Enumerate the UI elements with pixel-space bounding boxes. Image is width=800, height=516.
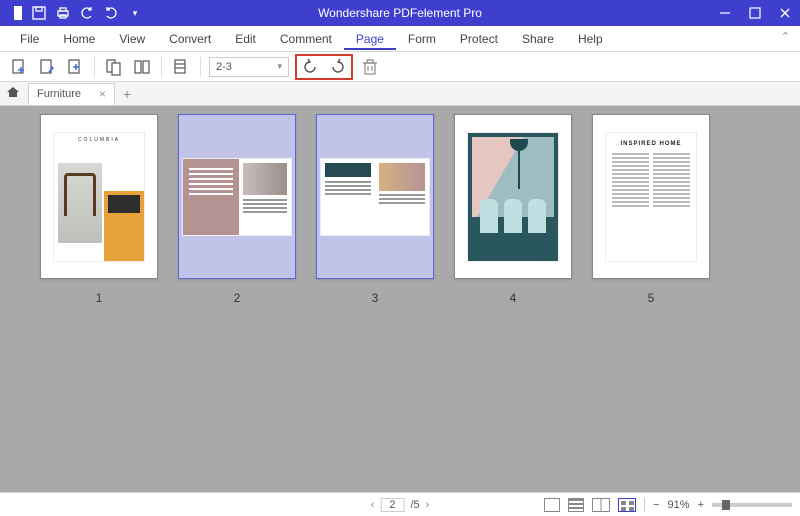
page-number-label: 3: [372, 291, 379, 305]
view-thumbnails-icon[interactable]: [618, 498, 636, 512]
page-thumbnail[interactable]: 4: [454, 114, 572, 305]
separator: [161, 57, 162, 77]
menu-help[interactable]: Help: [566, 28, 615, 50]
menu-convert[interactable]: Convert: [157, 28, 223, 50]
page-thumbnail[interactable]: 2: [178, 114, 296, 305]
zoom-out-icon[interactable]: −: [653, 499, 659, 511]
rotate-group-highlight: [295, 54, 353, 80]
view-two-page-icon[interactable]: [592, 498, 610, 512]
extract-page-icon[interactable]: [103, 56, 125, 78]
redo-icon[interactable]: [100, 2, 122, 24]
maximize-button[interactable]: [740, 0, 770, 26]
page-number-label: 4: [510, 291, 517, 305]
chevron-down-icon: ▾: [277, 61, 282, 72]
page-navigator: ‹ 2 /5 ›: [371, 498, 430, 512]
next-page-icon[interactable]: ›: [426, 499, 430, 511]
zoom-value: 91%: [668, 499, 690, 511]
page1-heading: COLUMBIA: [54, 133, 144, 147]
page-thumbnail-grid: COLUMBIA 1 2 3 4: [0, 106, 800, 492]
page-number-label: 5: [648, 291, 655, 305]
menu-view[interactable]: View: [107, 28, 157, 50]
separator: [200, 57, 201, 77]
document-tab-label: Furniture: [37, 88, 81, 100]
page-boxes-icon[interactable]: [170, 56, 192, 78]
status-bar: ‹ 2 /5 › − 91% +: [0, 492, 800, 516]
menu-protect[interactable]: Protect: [448, 28, 510, 50]
home-tab-icon[interactable]: [6, 85, 20, 102]
title-bar: ▾ Wondershare PDFelement Pro: [0, 0, 800, 26]
page5-heading: INSPIRED HOME: [606, 133, 696, 151]
page-total: /5: [410, 499, 419, 511]
page-number-label: 2: [234, 291, 241, 305]
delete-page-icon[interactable]: [359, 56, 381, 78]
page-thumbnail[interactable]: COLUMBIA 1: [40, 114, 158, 305]
qat-customize-icon[interactable]: ▾: [124, 2, 146, 24]
document-tabstrip: Furniture × +: [0, 82, 800, 106]
new-tab-icon[interactable]: +: [123, 86, 131, 102]
prev-page-icon[interactable]: ‹: [371, 499, 375, 511]
menu-bar: File Home View Convert Edit Comment Page…: [0, 26, 800, 52]
collapse-ribbon-icon[interactable]: ⌃: [781, 30, 790, 43]
quick-access-toolbar: ▾: [0, 2, 146, 24]
menu-share[interactable]: Share: [510, 28, 566, 50]
page-current[interactable]: 2: [380, 498, 404, 512]
window-controls: [710, 0, 800, 26]
page-toolbar: 2-3 ▾: [0, 52, 800, 82]
view-continuous-icon[interactable]: [568, 498, 584, 512]
page-number-label: 1: [96, 291, 103, 305]
menu-home[interactable]: Home: [51, 28, 107, 50]
menu-file[interactable]: File: [8, 28, 51, 50]
menu-form[interactable]: Form: [396, 28, 448, 50]
rotate-ccw-button[interactable]: [299, 56, 321, 78]
save-icon[interactable]: [28, 2, 50, 24]
view-single-icon[interactable]: [544, 498, 560, 512]
document-tab[interactable]: Furniture ×: [28, 83, 115, 105]
menu-page[interactable]: Page: [344, 28, 396, 50]
rotate-cw-button[interactable]: [327, 56, 349, 78]
insert-page-icon[interactable]: [8, 56, 30, 78]
page-range-value: 2-3: [216, 61, 232, 73]
insert-from-icon[interactable]: [64, 56, 86, 78]
minimize-button[interactable]: [710, 0, 740, 26]
app-logo-icon: [4, 2, 26, 24]
menu-comment[interactable]: Comment: [268, 28, 344, 50]
tab-close-icon[interactable]: ×: [99, 87, 106, 101]
print-icon[interactable]: [52, 2, 74, 24]
close-button[interactable]: [770, 0, 800, 26]
insert-blank-icon[interactable]: [36, 56, 58, 78]
zoom-in-icon[interactable]: +: [698, 499, 704, 511]
split-page-icon[interactable]: [131, 56, 153, 78]
page-thumbnail[interactable]: 3: [316, 114, 434, 305]
undo-icon[interactable]: [76, 2, 98, 24]
page-range-dropdown[interactable]: 2-3 ▾: [209, 57, 289, 77]
zoom-slider[interactable]: [712, 503, 792, 507]
menu-edit[interactable]: Edit: [223, 28, 268, 50]
page-thumbnail[interactable]: INSPIRED HOME 5: [592, 114, 710, 305]
separator: [94, 57, 95, 77]
